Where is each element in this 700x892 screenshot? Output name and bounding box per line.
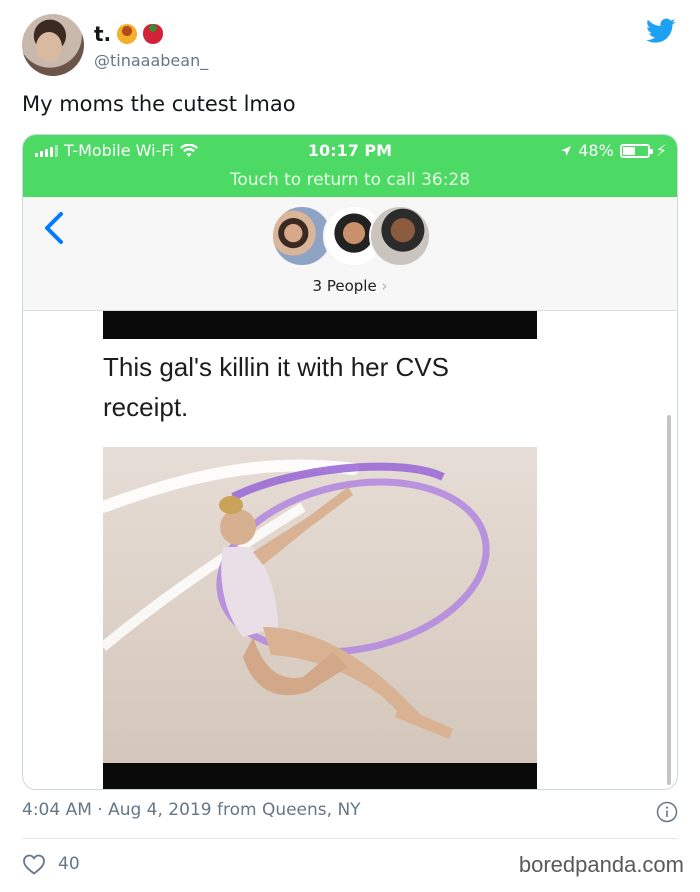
twitter-bird-icon[interactable]: [646, 18, 676, 44]
battery-percent: 48%: [578, 141, 614, 160]
scrollbar[interactable]: [667, 415, 671, 785]
image-top-bar: [103, 311, 537, 339]
charging-icon: ⚡: [655, 141, 667, 160]
battery-indicator: 48% ⚡: [560, 141, 667, 160]
tweet-timestamp[interactable]: 4:04 AM · Aug 4, 2019 from Queens, NY: [22, 800, 361, 820]
info-icon[interactable]: [656, 801, 678, 823]
divider: [22, 838, 678, 839]
user-avatar[interactable]: [22, 14, 84, 76]
location-icon: [561, 145, 572, 156]
gymnast-illustration: [103, 459, 490, 739]
user-handle[interactable]: @tinaaabean_: [94, 51, 208, 70]
chevron-right-icon: ›: [381, 277, 388, 295]
messages-nav-bar: 3 People ›: [23, 197, 677, 311]
likes-action[interactable]: 40: [22, 853, 80, 875]
likes-count: 40: [58, 854, 80, 874]
group-avatars[interactable]: [271, 205, 431, 267]
gymnast-photo: [103, 447, 537, 763]
tweet-media[interactable]: T-Mobile Wi-Fi 10:17 PM 48% ⚡ Touch to r…: [22, 134, 678, 790]
back-chevron-icon[interactable]: [41, 211, 67, 245]
display-name[interactable]: t.: [94, 22, 111, 46]
flan-emoji: [117, 24, 138, 44]
return-to-call-banner[interactable]: Touch to return to call 36:28: [23, 170, 677, 190]
participants-count: 3 People: [312, 277, 377, 295]
shared-image-message[interactable]: This gal's killin it with her CVS receip…: [103, 311, 537, 789]
strawberry-emoji: [143, 24, 164, 44]
name-row: t.: [94, 22, 164, 46]
shared-post-caption: This gal's killin it with her CVS receip…: [103, 352, 449, 422]
tweet-text: My moms the cutest lmao: [22, 92, 296, 116]
image-bottom-bar: [103, 763, 537, 789]
participant-avatar: [369, 205, 431, 267]
boredpanda-watermark: boredpanda.com: [518, 852, 684, 877]
participants-link[interactable]: 3 People ›: [23, 277, 677, 295]
heart-icon[interactable]: [22, 853, 46, 875]
ios-status-bar[interactable]: T-Mobile Wi-Fi 10:17 PM 48% ⚡ Touch to r…: [23, 135, 677, 197]
battery-icon: [619, 143, 653, 158]
tweet-header: t. @tinaaabean_: [22, 14, 682, 80]
